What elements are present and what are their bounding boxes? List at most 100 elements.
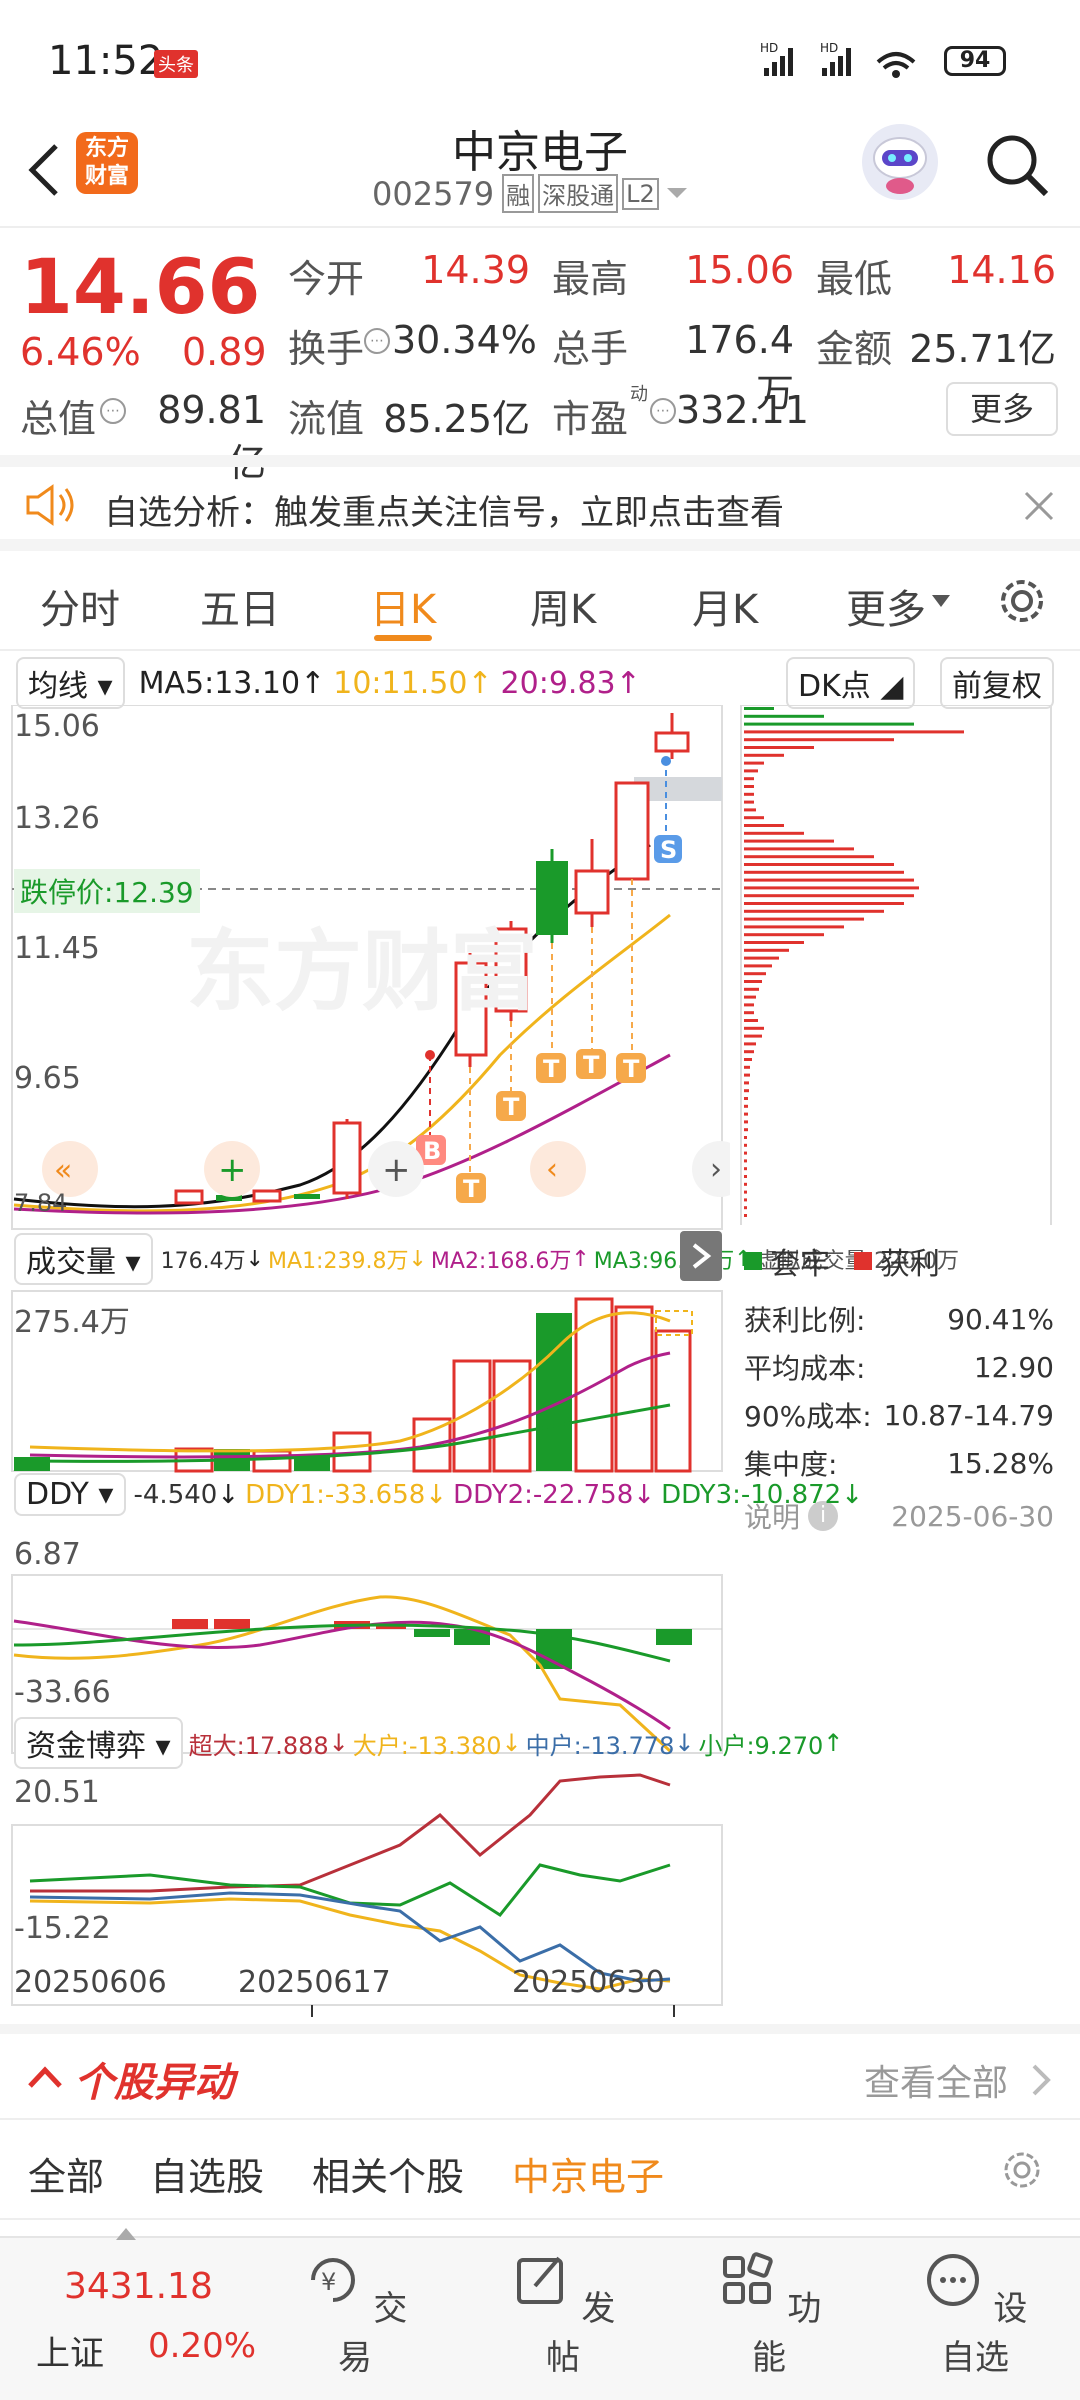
index-value[interactable]: 3431.18 — [64, 2266, 213, 2307]
svg-text:¥: ¥ — [321, 2268, 336, 2296]
chip-bar — [744, 769, 758, 773]
amount-label: 金额 — [816, 327, 893, 371]
indicator-select[interactable]: 均线 ▾ — [16, 657, 125, 709]
fund-header: 资金博弈 ▾ 超大:17.888 ↓ 大户:-13.380 ↓ 中户:-13.778… — [14, 1717, 843, 1769]
chip-bar — [744, 1167, 747, 1171]
fund-select[interactable]: 资金博弈 ▾ — [14, 1717, 183, 1769]
movement-tab-watchlist[interactable]: 自选股 — [150, 2146, 264, 2201]
chip-bar — [744, 831, 804, 835]
search-icon[interactable] — [984, 132, 1050, 198]
quote-panel: 14.66 6.46% 0.89 今开 14.39 最高 15.06 最低 14… — [0, 228, 1080, 485]
svg-text:T: T — [503, 1093, 520, 1121]
movement-tab-stock[interactable]: 中京电子 — [512, 2146, 664, 2201]
movement-header: 个股异动 查看全部 — [0, 2024, 1080, 2120]
chip-stat-value: 15.28% — [947, 1446, 1054, 1480]
signal-icon: HD HD — [760, 40, 960, 84]
nav-post[interactable]: 发帖 — [498, 2250, 628, 2379]
gear-icon[interactable] — [1000, 2148, 1044, 2192]
svg-text:HD: HD — [820, 41, 838, 55]
volume-label: 总手 — [552, 327, 629, 371]
tab-weekly-k[interactable]: 周K — [530, 577, 596, 635]
chip-bar — [744, 909, 884, 913]
robot-assistant-icon[interactable] — [862, 124, 938, 200]
tag-connect: 深股通 — [538, 174, 619, 213]
chip-bar — [744, 1190, 747, 1194]
chip-bar — [744, 1175, 747, 1178]
chip-bar — [744, 722, 914, 726]
chip-bar — [744, 1198, 747, 1202]
gear-icon[interactable] — [996, 575, 1048, 627]
tab-daily-k[interactable]: 日K — [370, 577, 436, 635]
chip-bar — [744, 1182, 747, 1186]
chip-bar — [744, 917, 864, 921]
nav-trade[interactable]: ¥ 交易 — [290, 2250, 420, 2379]
info-icon[interactable]: ⋯ — [650, 398, 676, 424]
nav-add-watch[interactable]: 设自选 — [910, 2250, 1040, 2379]
date-label-end: 20250630 — [512, 1965, 665, 2000]
ma20-value: 20:9.83 — [500, 665, 616, 701]
adjust-button[interactable]: 前复权 — [940, 657, 1054, 709]
chip-bar — [744, 1050, 754, 1054]
volume-summary: 176.4万 — [160, 1249, 246, 1274]
chip-bar — [744, 738, 894, 742]
tab-intraday[interactable]: 分时 — [40, 577, 120, 635]
chip-bar — [744, 1065, 750, 1069]
expand-panel-icon[interactable] — [680, 1231, 722, 1281]
ddy-select[interactable]: DDY ▾ — [14, 1473, 126, 1516]
ddy-select-label: DDY — [26, 1477, 89, 1512]
chip-bar — [744, 824, 784, 827]
chip-stat-value: 10.87-14.79 — [883, 1398, 1054, 1432]
chip-bar — [744, 1034, 762, 1038]
date-label-start: 20250606 — [14, 1965, 167, 2000]
notice-bar[interactable]: 自选分析：触发重点关注信号，立即点击查看 — [0, 455, 1080, 551]
close-icon[interactable] — [1022, 489, 1056, 523]
view-all-link[interactable]: 查看全部 — [864, 2054, 1008, 2106]
movement-tab-all[interactable]: 全部 — [28, 2146, 104, 2201]
pe-sup: 动 — [630, 384, 648, 405]
dk-point-button[interactable]: DK点 ◢ — [786, 657, 916, 709]
fund-mid: 中户:-13.778 — [525, 1731, 675, 1760]
chip-bar — [744, 941, 804, 944]
volume-select[interactable]: 成交量 ▾ — [14, 1233, 153, 1285]
chip-stat-value: 12.90 — [973, 1350, 1054, 1384]
chip-bar — [744, 1128, 748, 1132]
ddy3-value: DDY3:-10.872 — [661, 1479, 842, 1510]
movement-tab-related[interactable]: 相关个股 — [312, 2146, 464, 2201]
chip-bar — [744, 1003, 754, 1007]
svg-text:T: T — [583, 1051, 600, 1079]
change-value: 0.89 — [182, 330, 267, 374]
chevron-right-icon[interactable] — [1030, 2062, 1054, 2098]
chip-bar — [744, 925, 844, 929]
chip-stat-label: 平均成本: — [744, 1352, 866, 1385]
caret-up-icon — [116, 2228, 136, 2240]
info-icon[interactable]: ⋯ — [100, 398, 126, 424]
chevron-down-icon[interactable] — [665, 184, 689, 204]
more-button[interactable]: 更多 — [946, 382, 1058, 436]
arrow-up-icon: ↑ — [615, 665, 641, 701]
more-dots-icon — [926, 2254, 979, 2306]
stock-subtitle: 002579 融 深股通 L2 — [372, 174, 689, 213]
nav-function[interactable]: 功能 — [704, 2250, 834, 2379]
high-label: 最高 — [552, 257, 629, 301]
volume-select-label: 成交量 — [26, 1245, 116, 1280]
chip-bar — [744, 987, 759, 991]
arrow-down-icon: ↓ — [425, 1479, 448, 1510]
ddy-header: DDY ▾ -4.540 ↓ DDY1:-33.658 ↓ DDY2:-22.758… — [14, 1473, 863, 1516]
tab-more[interactable]: 更多 — [846, 577, 926, 635]
svg-text:+: + — [382, 1150, 411, 1190]
chip-bar — [744, 1073, 750, 1077]
chip-bar — [744, 870, 904, 874]
tab-five-day[interactable]: 五日 — [200, 577, 280, 635]
chip-bar — [744, 753, 784, 757]
tag-margin: 融 — [502, 174, 535, 213]
chevron-up-icon[interactable] — [26, 2062, 64, 2092]
low-value: 14.16 — [947, 248, 1056, 292]
chip-bar — [744, 995, 756, 999]
svg-text:HD: HD — [760, 41, 778, 55]
ma-indicator-row: 均线 ▾ MA5:13.10 ↑ 10:11.50 ↑ 20:9.83 ↑ — [16, 657, 641, 709]
info-icon[interactable]: ⋯ — [364, 328, 390, 354]
chip-bar — [744, 1104, 748, 1108]
chip-bar — [744, 1143, 747, 1147]
turnover-value: 30.34% — [392, 318, 537, 362]
tab-monthly-k[interactable]: 月K — [692, 577, 758, 635]
